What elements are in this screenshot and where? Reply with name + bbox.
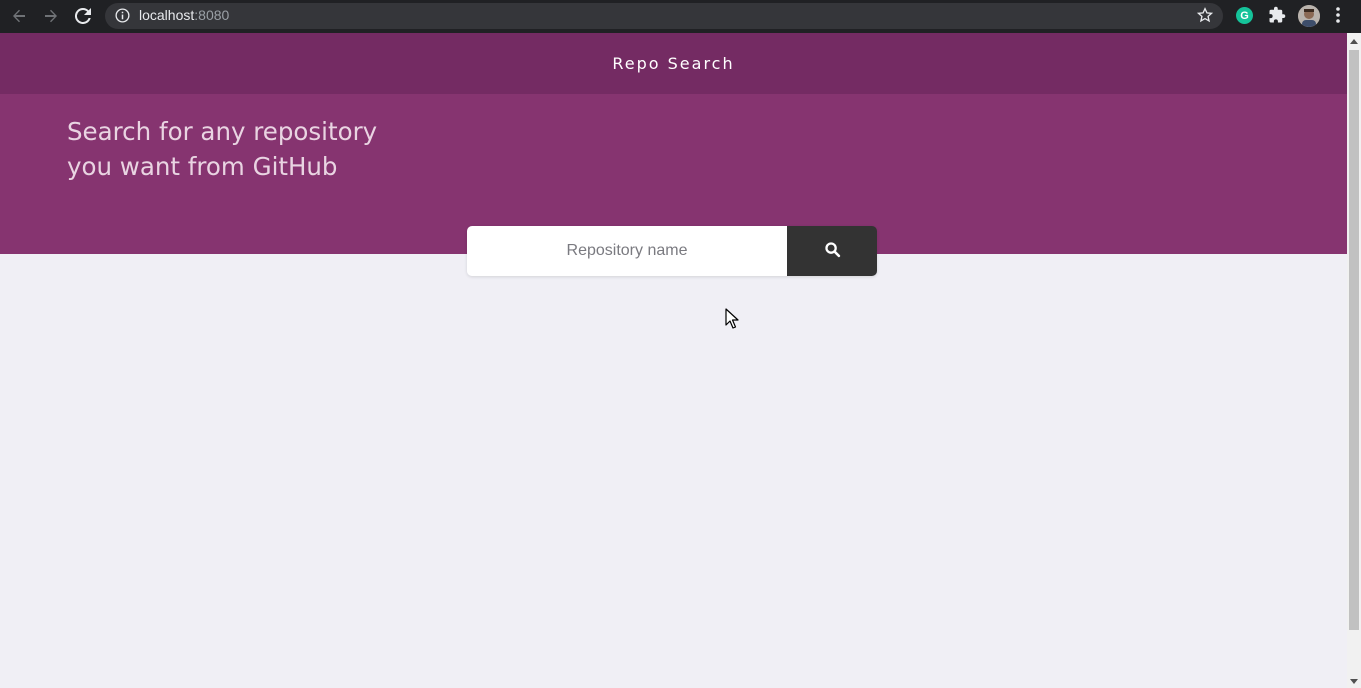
puzzle-icon[interactable] xyxy=(1268,6,1286,28)
scroll-up-arrow-icon[interactable] xyxy=(1350,39,1358,44)
search-icon xyxy=(824,241,841,261)
url-text: localhost:8080 xyxy=(139,7,229,23)
profile-avatar[interactable] xyxy=(1298,5,1320,27)
hero-heading-line1: Search for any repository xyxy=(67,117,378,146)
scroll-down-arrow-icon[interactable] xyxy=(1350,679,1358,684)
reload-icon[interactable] xyxy=(72,5,94,27)
extension-letter: G xyxy=(1240,9,1249,22)
navbar: Repo Search xyxy=(0,33,1347,94)
star-icon[interactable] xyxy=(1196,7,1214,27)
page: Repo Search Search for any repository yo… xyxy=(0,33,1347,688)
search-form xyxy=(467,226,877,276)
kebab-menu-icon[interactable] xyxy=(1335,6,1341,28)
repository-search-input[interactable] xyxy=(467,226,787,276)
vertical-scrollbar[interactable] xyxy=(1347,33,1361,688)
app-title: Repo Search xyxy=(612,54,735,73)
mouse-cursor-icon xyxy=(725,308,739,333)
url-port: :8080 xyxy=(194,7,230,23)
hero-heading: Search for any repository you want from … xyxy=(67,114,427,184)
address-bar[interactable]: localhost:8080 xyxy=(105,3,1223,29)
back-icon[interactable] xyxy=(8,5,30,27)
url-host: localhost xyxy=(139,7,195,23)
browser-toolbar: localhost:8080 G xyxy=(0,0,1361,33)
info-icon[interactable] xyxy=(115,8,130,27)
search-button[interactable] xyxy=(787,226,877,276)
forward-icon[interactable] xyxy=(40,5,62,27)
grammarly-extension-icon[interactable]: G xyxy=(1236,7,1253,24)
scrollbar-thumb[interactable] xyxy=(1349,50,1359,630)
hero-heading-line2: you want from GitHub xyxy=(67,152,338,181)
